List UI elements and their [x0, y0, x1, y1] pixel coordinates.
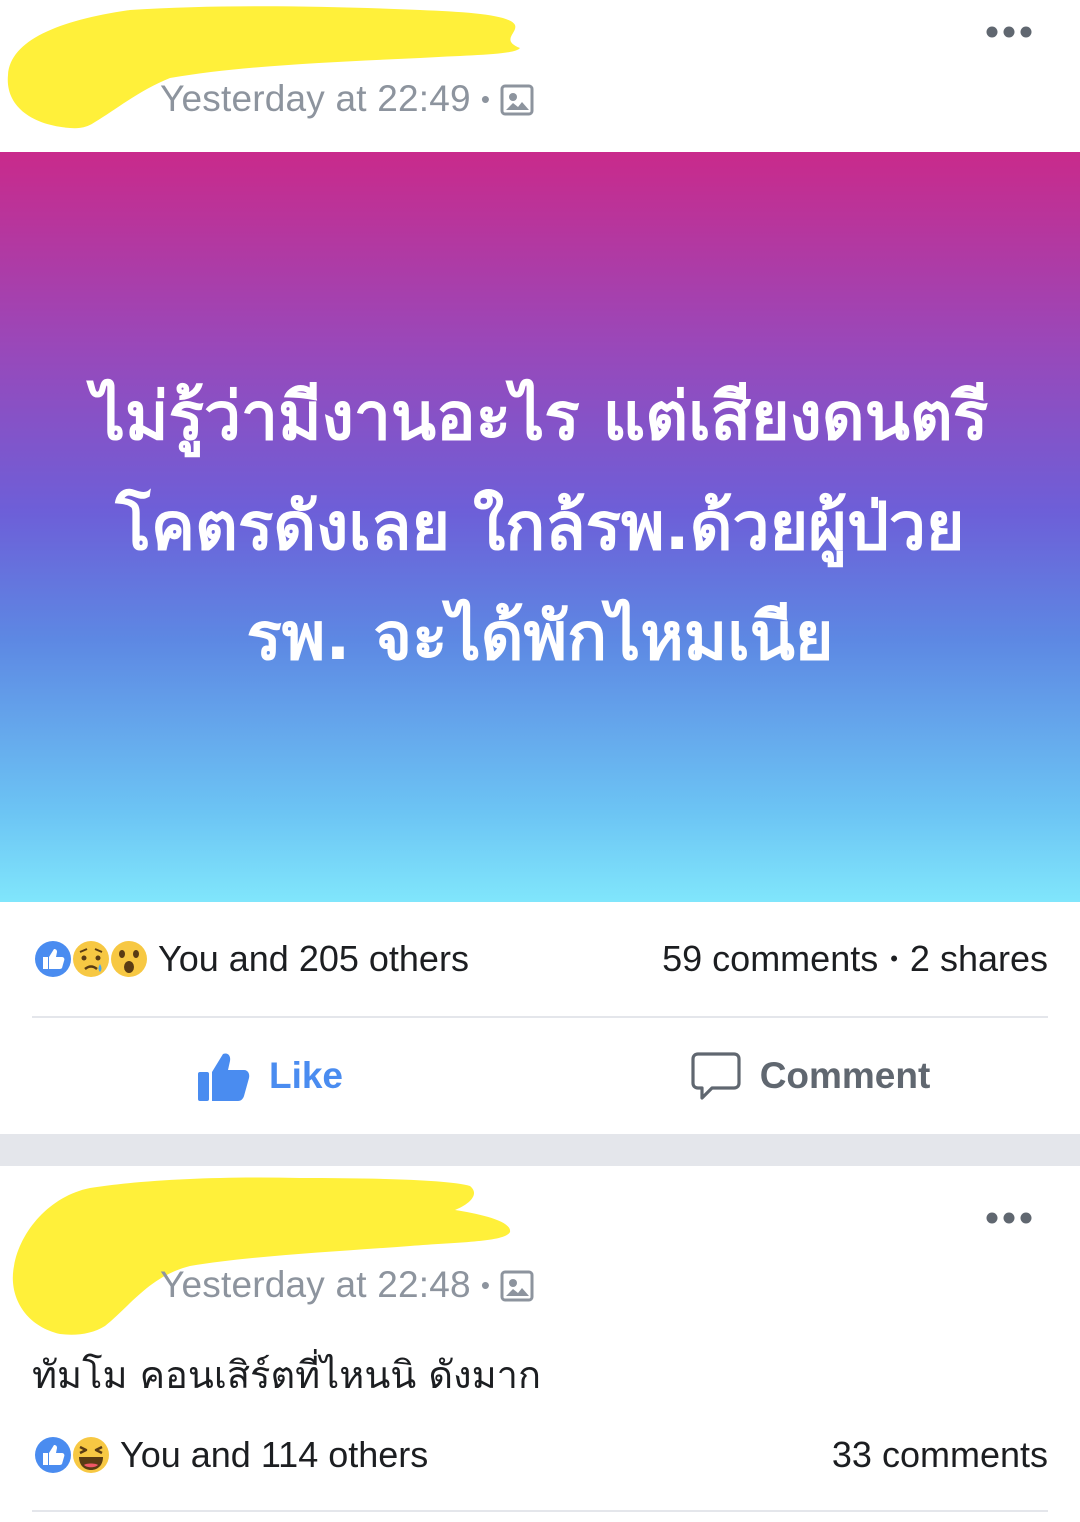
like-button[interactable]: Like — [0, 1018, 540, 1134]
meta-separator: • — [480, 83, 491, 114]
engagement-counts: 59 comments • 2 shares — [662, 938, 1048, 980]
like-label: Like — [268, 1055, 344, 1096]
more-options-icon[interactable] — [986, 1212, 1032, 1224]
post-timestamp[interactable]: Yesterday at 22:48 — [160, 1264, 471, 1306]
photo-audience-icon[interactable] — [500, 1269, 534, 1302]
meta-separator: • — [480, 1269, 491, 1300]
like-reaction-icon — [33, 1435, 73, 1475]
comment-button[interactable]: Comment — [540, 1018, 1080, 1134]
reaction-summary-text: You and 114 others — [120, 1434, 429, 1475]
post-meta: Yesterday at 22:49 • — [160, 78, 534, 120]
post-actions: Like Comment — [0, 1018, 1080, 1134]
reaction-stats: You and 114 others 33 comments — [32, 1426, 1048, 1484]
comment-label: Comment — [759, 1055, 931, 1096]
engagement-counts: 33 comments — [832, 1434, 1048, 1476]
post-body-text: ไม่รู้ว่ามีงานอะไร แต่เสียงดนตรีโคตรดังเ… — [91, 378, 989, 675]
photo-audience-icon[interactable] — [500, 83, 534, 116]
comment-bubble-icon — [691, 1052, 741, 1100]
reaction-summary-text: You and 205 others — [158, 938, 469, 979]
redaction-scribble — [12, 1177, 511, 1335]
share-count[interactable]: 2 shares — [910, 938, 1048, 980]
divider — [32, 1510, 1048, 1512]
sad-reaction-icon — [71, 939, 111, 979]
background-text-post: ไม่รู้ว่ามีงานอะไร แต่เสียงดนตรีโคตรดังเ… — [0, 152, 1080, 902]
stats-separator: • — [890, 946, 898, 971]
reactions-summary[interactable]: You and 114 others — [32, 1434, 428, 1476]
post-card: Yesterday at 22:48 • ทัมโม คอนเสิร์ตที่ไ… — [0, 1166, 1080, 1522]
feed-separator — [0, 1134, 1080, 1166]
reactions-summary[interactable]: You and 205 others — [32, 938, 469, 980]
haha-reaction-icon — [71, 1435, 111, 1475]
post-meta: Yesterday at 22:48 • — [160, 1264, 534, 1306]
thumbs-up-icon — [197, 1053, 250, 1101]
comment-count[interactable]: 59 comments — [662, 938, 878, 980]
like-reaction-icon — [33, 939, 73, 979]
post-timestamp[interactable]: Yesterday at 22:49 — [160, 78, 471, 120]
wow-reaction-icon — [109, 939, 149, 979]
post-body-text: ทัมโม คอนเสิร์ตที่ไหนนิ ดังมาก — [32, 1353, 541, 1397]
reaction-stats: You and 205 others 59 comments • 2 share… — [32, 930, 1048, 988]
comment-count[interactable]: 33 comments — [832, 1434, 1048, 1476]
post-card: Yesterday at 22:49 • ไม่รู้ว่ามีงานอะไร … — [0, 0, 1080, 1134]
more-options-icon[interactable] — [986, 26, 1032, 38]
